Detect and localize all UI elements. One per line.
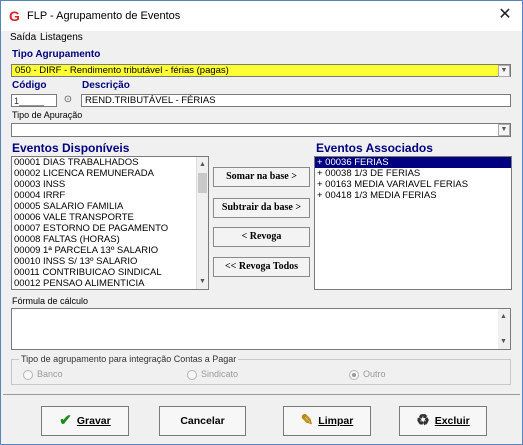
- tipo-agrupamento-select[interactable]: 050 - DIRF - Rendimento tributável - fér…: [11, 64, 511, 77]
- chevron-down-icon[interactable]: ▼: [498, 124, 510, 136]
- scroll-down-icon[interactable]: ▼: [498, 336, 509, 347]
- vertical-scrollbar[interactable]: ▲ ▼: [196, 157, 208, 289]
- menu-listagens[interactable]: Listagens: [40, 32, 83, 43]
- vertical-scrollbar[interactable]: ▲ ▼: [498, 309, 510, 349]
- codigo-value: 1_____: [14, 96, 45, 106]
- radio-checked-icon: [349, 369, 359, 380]
- radio-sindicato-label: Sindicato: [201, 369, 239, 379]
- list-item[interactable]: 00005 SALARIO FAMILIA: [12, 201, 208, 212]
- subtrair-button[interactable]: Subtrair da base >: [213, 198, 310, 218]
- integracao-label: Tipo de agrupamento para integração Cont…: [19, 354, 239, 364]
- list-item[interactable]: + 00038 1/3 DE FERIAS: [315, 168, 511, 179]
- window-title: FLP - Agrupamento de Eventos: [27, 10, 181, 22]
- radio-banco[interactable]: Banco: [23, 369, 63, 380]
- chevron-down-icon[interactable]: ▼: [498, 65, 510, 77]
- app-logo-icon: G: [9, 8, 20, 24]
- descricao-label: Descrição: [82, 80, 130, 91]
- list-item[interactable]: + 00163 MEDIA VARIAVEL FERIAS: [315, 179, 511, 190]
- eventos-disponiveis-list[interactable]: 00001 DIAS TRABALHADOS 00002 LICENCA REM…: [11, 156, 209, 290]
- cancelar-label: Cancelar: [180, 415, 225, 428]
- binoculars-icon[interactable]: ⊙: [61, 94, 75, 107]
- formula-label: Fórmula de cálculo: [12, 296, 89, 306]
- scroll-down-icon[interactable]: ▼: [197, 276, 208, 287]
- radio-icon: [187, 369, 197, 380]
- list-item[interactable]: 00007 ESTORNO DE PAGAMENTO: [12, 223, 208, 234]
- revoga-button[interactable]: < Revoga: [213, 227, 310, 247]
- codigo-label: Código: [12, 80, 47, 91]
- excluir-button[interactable]: ♻ Excluir: [399, 406, 487, 436]
- list-item-selected[interactable]: + 00036 FERIAS: [315, 157, 511, 168]
- list-item[interactable]: 00011 CONTRIBUICAO SINDICAL: [12, 267, 208, 278]
- cancelar-button[interactable]: Cancelar: [159, 406, 246, 436]
- list-item[interactable]: 00009 1ª PARCELA 13º SALARIO: [12, 245, 208, 256]
- limpar-button[interactable]: ✎ Limpar: [283, 406, 371, 436]
- tipo-agrupamento-label: Tipo Agrupamento: [12, 49, 101, 60]
- checkmark-icon: ✔: [59, 412, 72, 430]
- gravar-button[interactable]: ✔ Gravar: [41, 406, 129, 436]
- tipo-agrupamento-value: 050 - DIRF - Rendimento tributável - fér…: [15, 65, 229, 76]
- radio-icon: [23, 369, 33, 380]
- eventos-disponiveis-title: Eventos Disponíveis: [12, 141, 130, 155]
- list-item[interactable]: + 00418 1/3 MEDIA FERIAS: [315, 190, 511, 201]
- scroll-thumb[interactable]: [198, 173, 207, 193]
- somar-button[interactable]: Somar na base >: [213, 167, 310, 187]
- list-item[interactable]: 00004 IRRF: [12, 190, 208, 201]
- list-item[interactable]: 00003 INSS: [12, 179, 208, 190]
- list-item[interactable]: 00008 FALTAS (HORAS): [12, 234, 208, 245]
- list-item[interactable]: 00006 VALE TRANSPORTE: [12, 212, 208, 223]
- codigo-input[interactable]: 1_____: [11, 94, 57, 107]
- trash-icon: ♻: [416, 412, 430, 430]
- broom-icon: ✎: [300, 412, 314, 430]
- close-icon[interactable]: ✕: [494, 5, 516, 25]
- title-bar: G FLP - Agrupamento de Eventos ✕: [1, 1, 522, 31]
- descricao-input[interactable]: REND.TRIBUTÁVEL - FÉRIAS: [81, 94, 511, 107]
- menu-bar: Saída Listagens: [1, 31, 522, 46]
- gravar-label: Gravar: [76, 415, 111, 428]
- tipo-apuracao-select[interactable]: ▼: [11, 123, 511, 137]
- limpar-label: Limpar: [318, 415, 354, 428]
- list-item[interactable]: 00002 LICENCA REMUNERADA: [12, 168, 208, 179]
- descricao-value: REND.TRIBUTÁVEL - FÉRIAS: [85, 95, 216, 106]
- revoga-todos-button[interactable]: << Revoga Todos: [213, 257, 310, 277]
- excluir-label: Excluir: [434, 415, 470, 428]
- scroll-up-icon[interactable]: ▲: [197, 159, 208, 170]
- list-item[interactable]: 00012 PENSAO ALIMENTICIA: [12, 278, 208, 289]
- list-item[interactable]: 00001 DIAS TRABALHADOS: [12, 157, 208, 168]
- formula-textarea[interactable]: ▲ ▼: [11, 308, 511, 350]
- radio-outro[interactable]: Outro: [349, 369, 386, 380]
- eventos-associados-list[interactable]: + 00036 FERIAS + 00038 1/3 DE FERIAS + 0…: [314, 156, 512, 290]
- radio-outro-label: Outro: [363, 369, 386, 379]
- tipo-apuracao-label: Tipo de Apuração: [12, 110, 83, 120]
- radio-sindicato[interactable]: Sindicato: [187, 369, 238, 380]
- eventos-associados-title: Eventos Associados: [316, 141, 433, 155]
- radio-banco-label: Banco: [37, 369, 63, 379]
- scroll-up-icon[interactable]: ▲: [498, 311, 509, 322]
- menu-saida[interactable]: Saída: [10, 32, 36, 43]
- list-item[interactable]: 00010 INSS S/ 13º SALARIO: [12, 256, 208, 267]
- app-window: G FLP - Agrupamento de Eventos ✕ Saída L…: [0, 0, 523, 445]
